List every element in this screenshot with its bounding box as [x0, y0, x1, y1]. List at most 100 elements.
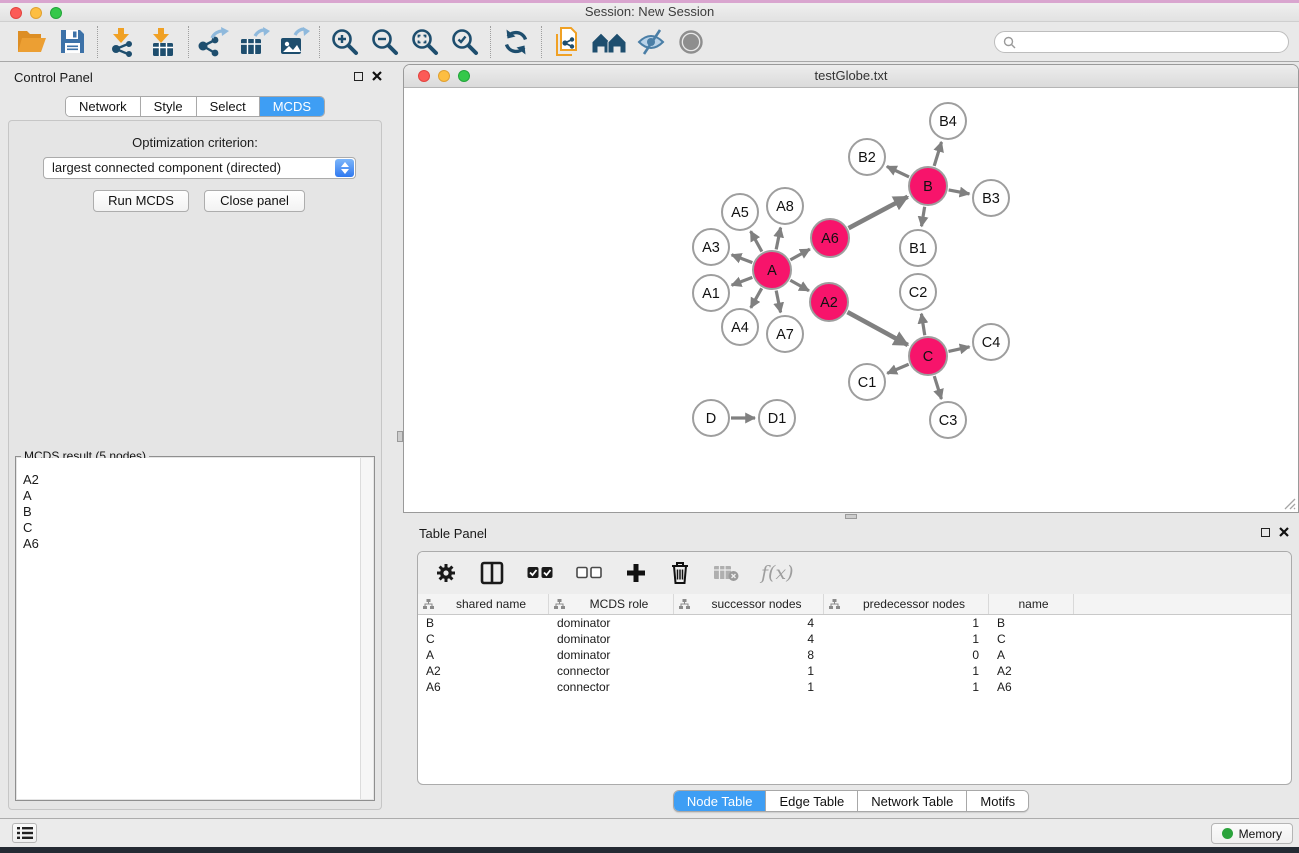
mcds-result-item[interactable]: A2 — [17, 472, 360, 488]
delete-button[interactable] — [669, 556, 691, 590]
zoom-fit-button[interactable] — [405, 25, 445, 59]
tab-network[interactable]: Network — [66, 97, 141, 116]
dropdown-stepper-icon[interactable] — [335, 159, 354, 177]
table-settings-button[interactable] — [434, 556, 458, 590]
column-header-name[interactable]: name — [989, 594, 1074, 614]
minimize-network-button[interactable] — [438, 70, 450, 82]
horizontal-splitter-handle[interactable] — [845, 514, 857, 519]
tab-mcds[interactable]: MCDS — [260, 97, 324, 116]
save-session-button[interactable] — [52, 25, 92, 59]
column-header-successor-nodes[interactable]: successor nodes — [674, 594, 824, 614]
edge-B-B3[interactable] — [949, 190, 970, 194]
resize-grip-icon[interactable] — [1282, 496, 1296, 510]
edge-A-A4[interactable] — [751, 288, 762, 308]
node-A5[interactable]: A5 — [722, 194, 758, 230]
network-canvas[interactable]: B4B2BB3A8A5A6A3B1AA1C2A2A4A7C4CC1C3DD1 — [404, 88, 1298, 512]
node-D[interactable]: D — [693, 400, 729, 436]
mcds-list-scrollbar[interactable] — [360, 458, 373, 799]
column-header-MCDS-role[interactable]: MCDS role — [549, 594, 674, 614]
refresh-button[interactable] — [496, 25, 536, 59]
table-row[interactable]: A2connector11A2 — [418, 663, 1291, 679]
run-mcds-button[interactable]: Run MCDS — [93, 190, 189, 212]
tab-style[interactable]: Style — [141, 97, 197, 116]
edge-B-B2[interactable] — [887, 166, 909, 177]
float-panel-icon[interactable] — [1261, 528, 1270, 537]
node-B4[interactable]: B4 — [930, 103, 966, 139]
mcds-result-item[interactable]: C — [17, 520, 360, 536]
edge-A6-B[interactable] — [849, 197, 908, 228]
node-D1[interactable]: D1 — [759, 400, 795, 436]
close-panel-button[interactable]: Close panel — [204, 190, 305, 212]
close-panel-icon[interactable] — [1279, 527, 1289, 537]
delete-table-button[interactable] — [712, 556, 740, 590]
node-C2[interactable]: C2 — [900, 274, 936, 310]
minimize-window-button[interactable] — [30, 7, 42, 19]
maximize-network-button[interactable] — [458, 70, 470, 82]
network-window-titlebar[interactable]: testGlobe.txt — [404, 65, 1298, 88]
edge-B-B4[interactable] — [934, 142, 941, 166]
zoom-selected-button[interactable] — [445, 25, 485, 59]
export-image-button[interactable] — [274, 25, 314, 59]
edge-A-A5[interactable] — [751, 231, 762, 251]
tab-edge-table[interactable]: Edge Table — [766, 791, 858, 811]
show-columns-button[interactable] — [479, 556, 505, 590]
node-A2[interactable]: A2 — [810, 283, 848, 321]
open-session-button[interactable] — [12, 25, 52, 59]
memory-button[interactable]: Memory — [1211, 823, 1293, 844]
node-A8[interactable]: A8 — [767, 188, 803, 224]
close-network-button[interactable] — [418, 70, 430, 82]
node-C1[interactable]: C1 — [849, 364, 885, 400]
export-table-button[interactable] — [234, 25, 274, 59]
edge-C-C2[interactable] — [921, 314, 924, 336]
table-row[interactable]: Bdominator41B — [418, 615, 1291, 631]
edge-C-C4[interactable] — [948, 347, 969, 352]
mcds-result-item[interactable]: A6 — [17, 536, 360, 552]
mcds-result-item[interactable]: B — [17, 504, 360, 520]
table-row[interactable]: Cdominator41C — [418, 631, 1291, 647]
clone-network-button[interactable] — [547, 25, 587, 59]
edge-B-B1[interactable] — [922, 207, 925, 227]
select-all-button[interactable] — [526, 556, 554, 590]
hide-selected-button[interactable] — [631, 25, 671, 59]
column-header-shared-name[interactable]: shared name — [418, 594, 549, 614]
edge-A-A3[interactable] — [732, 255, 753, 263]
edge-A2-C[interactable] — [847, 312, 907, 345]
node-C[interactable]: C — [909, 337, 947, 375]
node-B[interactable]: B — [909, 167, 947, 205]
search-input[interactable] — [1021, 35, 1280, 49]
tab-motifs[interactable]: Motifs — [967, 791, 1028, 811]
criterion-dropdown[interactable]: largest connected component (directed) — [43, 157, 356, 179]
edge-A-A1[interactable] — [732, 277, 753, 285]
table-row[interactable]: A6connector11A6 — [418, 679, 1291, 695]
float-panel-icon[interactable] — [354, 72, 363, 81]
zoom-out-button[interactable] — [365, 25, 405, 59]
edge-A-A7[interactable] — [776, 291, 780, 313]
node-A1[interactable]: A1 — [693, 275, 729, 311]
edge-A-A8[interactable] — [776, 228, 780, 250]
export-network-button[interactable] — [194, 25, 234, 59]
tab-network-table[interactable]: Network Table — [858, 791, 967, 811]
edge-A-A2[interactable] — [790, 280, 809, 290]
close-panel-icon[interactable] — [372, 71, 382, 81]
task-history-button[interactable] — [12, 823, 37, 843]
node-A7[interactable]: A7 — [767, 316, 803, 352]
tab-select[interactable]: Select — [197, 97, 260, 116]
search-field[interactable] — [994, 31, 1289, 53]
edge-A-A6[interactable] — [790, 249, 809, 260]
close-window-button[interactable] — [10, 7, 22, 19]
function-builder-button[interactable]: f(x) — [761, 562, 794, 584]
node-A6[interactable]: A6 — [811, 219, 849, 257]
tab-node-table[interactable]: Node Table — [674, 791, 767, 811]
deselect-all-button[interactable] — [575, 556, 603, 590]
node-C3[interactable]: C3 — [930, 402, 966, 438]
show-all-button[interactable] — [671, 25, 711, 59]
import-network-button[interactable] — [103, 25, 143, 59]
mcds-result-list[interactable]: A2ABCA6 — [17, 458, 360, 799]
node-B1[interactable]: B1 — [900, 230, 936, 266]
home-button[interactable] — [587, 25, 631, 59]
mcds-result-item[interactable]: A — [17, 488, 360, 504]
edge-C-C1[interactable] — [887, 364, 908, 373]
node-A[interactable]: A — [753, 251, 791, 289]
table-row[interactable]: Adominator80A — [418, 647, 1291, 663]
add-column-button[interactable] — [624, 556, 648, 590]
